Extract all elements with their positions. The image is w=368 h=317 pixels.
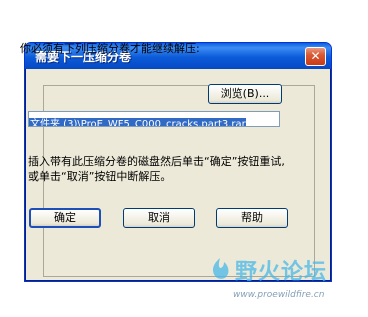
flame-logo-icon bbox=[212, 258, 229, 279]
close-icon[interactable]: ✕ bbox=[305, 47, 326, 66]
watermark-brand: 野火论坛 bbox=[235, 259, 328, 285]
watermark-url: www.proewildfire.cn bbox=[233, 290, 325, 300]
watermark: 野火论坛 www.proewildfire.cn bbox=[205, 250, 365, 310]
volume-path-value: 文件夹 (3)\ProE_WF5_C000_cracks.part3.rar bbox=[29, 118, 246, 126]
cancel-button[interactable]: 取消 bbox=[123, 208, 195, 228]
required-volume-prompt: 你必须有下列压缩分卷才能继续解压: bbox=[20, 42, 200, 55]
ok-button[interactable]: 确定 bbox=[29, 208, 101, 228]
browse-button[interactable]: 浏览(B)... bbox=[208, 84, 282, 104]
help-button[interactable]: 帮助 bbox=[216, 208, 288, 228]
volume-path-field[interactable]: 文件夹 (3)\ProE_WF5_C000_cracks.part3.rar bbox=[28, 111, 280, 127]
instruction-text: 插入带有此压缩分卷的磁盘然后单击“确定”按钮重试,或单击“取消”按钮中断解压。 bbox=[28, 155, 285, 183]
